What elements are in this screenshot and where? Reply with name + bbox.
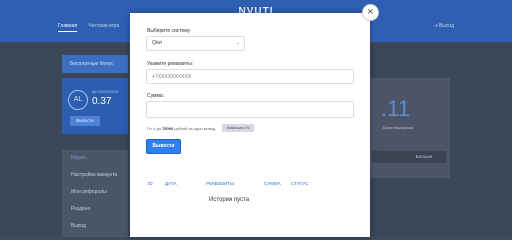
free-bonus-link[interactable]: Бесплатные бонус: [62, 55, 128, 73]
col-header-status: СТАТУС: [291, 181, 309, 186]
user-balance: 0.37: [92, 96, 112, 107]
top-nav: Главная Честная игра: [58, 23, 129, 32]
col-header-id: ID: [148, 181, 153, 186]
user-card: AL ALXXXXXXXX 0.37 Вывести: [62, 78, 128, 134]
col-header-date: ДАТА: [165, 181, 177, 186]
sum-hint: От 4 до 75000 рублей за один вывод: [147, 126, 216, 131]
menu-item-play[interactable]: Играть: [62, 150, 128, 167]
system-label: Выберите систему: [147, 28, 191, 34]
system-select-value: Qiwi: [152, 40, 162, 46]
menu-item-giveaway[interactable]: Раздача: [62, 201, 128, 218]
nav-exit[interactable]: ⇥ Выход: [433, 23, 454, 29]
system-select[interactable]: Qiwi ⌄: [146, 36, 245, 51]
commission-badge: Комиссия 1%: [222, 124, 254, 132]
withdraw-button[interactable]: Вывести: [146, 139, 181, 154]
more-button[interactable]: Больше: [402, 151, 446, 163]
close-button[interactable]: ×: [362, 4, 379, 21]
sum-label: Сумма:: [147, 93, 165, 99]
col-header-requisites: РЕКВИЗИТЫ: [206, 181, 235, 186]
sum-input[interactable]: [146, 101, 354, 118]
game-number: .11: [381, 96, 410, 121]
menu-item-referrals[interactable]: Мои рефералы: [62, 184, 128, 201]
side-menu: Играть Настройки аккаунта Мои рефералы Р…: [62, 150, 128, 237]
menu-item-exit[interactable]: Выход: [62, 218, 128, 235]
chevron-down-icon: ⌄: [235, 40, 240, 46]
chance-label: Шанс выигрыша: [383, 125, 414, 130]
card-withdraw-button[interactable]: Вывести: [70, 116, 100, 126]
avatar: AL: [68, 90, 88, 110]
requisites-input[interactable]: [146, 69, 354, 84]
nav-fair-game[interactable]: Честная игра: [88, 23, 119, 29]
menu-item-settings[interactable]: Настройки аккаунта: [62, 167, 128, 184]
requisites-label: Укажите реквизиты:: [147, 61, 194, 67]
col-header-sum: СУММА: [264, 181, 281, 186]
nav-home[interactable]: Главная: [58, 23, 78, 32]
user-id: ALXXXXXXXX: [92, 89, 119, 94]
history-empty-text: История пуста: [209, 197, 250, 203]
